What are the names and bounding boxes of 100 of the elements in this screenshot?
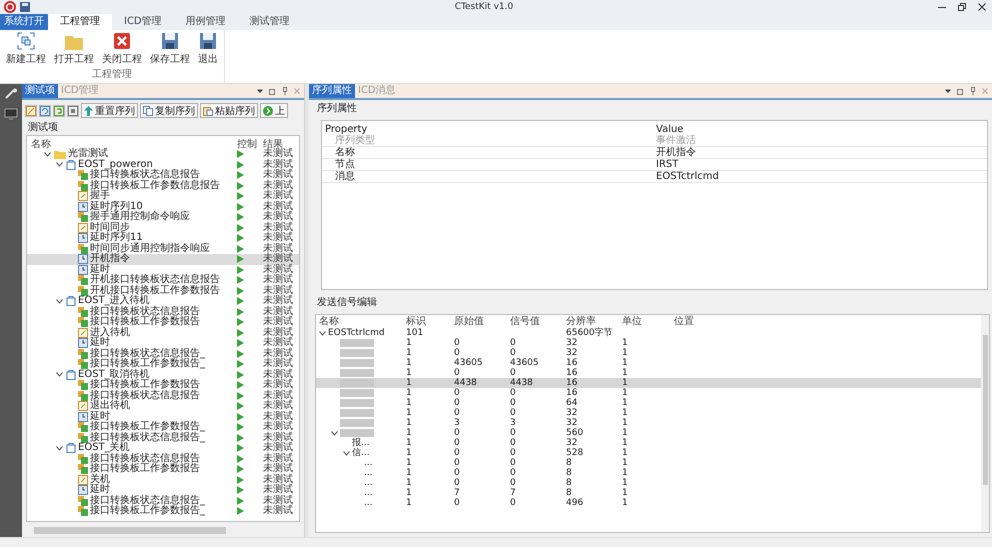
- expand-chevron-icon[interactable]: [56, 446, 63, 451]
- expand-chevron-icon[interactable]: [56, 298, 63, 304]
- table-row[interactable]: 1 0 0 64 1: [316, 398, 981, 408]
- ribbon-tab[interactable]: 工程管理: [48, 14, 112, 30]
- tree-row[interactable]: 延时序列11 未测试: [27, 233, 299, 244]
- tree-row[interactable]: 延时 未测试: [27, 485, 299, 496]
- tree-row[interactable]: 接口转换板工作参数报告_ 未测试: [27, 506, 299, 516]
- close-icon[interactable]: [978, 3, 986, 11]
- tree-row[interactable]: EOST_poweron 未测试: [27, 160, 299, 170]
- dropdown-icon[interactable]: [945, 88, 951, 94]
- column-header[interactable]: 分辨率: [566, 315, 622, 328]
- table-row[interactable]: ... 1 0 0 8 1: [316, 458, 981, 468]
- table-row[interactable]: 信... 1 0 0 528 1: [316, 448, 981, 458]
- tree-row[interactable]: 时间同步 未测试: [27, 222, 299, 233]
- column-header[interactable]: 位置: [674, 315, 981, 328]
- toolbar-button[interactable]: 复制序列: [140, 103, 198, 118]
- tree-row[interactable]: 进入待机 未测试: [27, 328, 299, 338]
- toolbar-button[interactable]: 粘贴序列: [200, 103, 258, 118]
- undo-icon[interactable]: [54, 106, 64, 116]
- ribbon-tab[interactable]: ICD管理: [112, 14, 174, 30]
- tree-row[interactable]: 开机指令 未测试: [27, 254, 299, 264]
- float-icon[interactable]: [957, 88, 964, 94]
- tree-row[interactable]: EOST_取消待机 未测试: [27, 370, 299, 380]
- table-row[interactable]: 1 0 0 32 1: [316, 348, 981, 358]
- pin-icon[interactable]: [282, 87, 288, 95]
- tree-row[interactable]: 接口转换板状态信息报告 未测试: [27, 454, 299, 464]
- save-icon[interactable]: [20, 2, 30, 12]
- tree-row[interactable]: 开机接口转换板状态信息报告 未测试: [27, 275, 299, 286]
- ribbon-button[interactable]: 打开工程: [52, 30, 96, 66]
- table-row[interactable]: ... 1 7 7 8 1: [316, 488, 981, 498]
- expand-chevron-icon[interactable]: [56, 162, 63, 168]
- table-row[interactable]: 报... 1 0 0 32 1: [316, 438, 981, 448]
- tree-row[interactable]: 握手通用控制命令响应 未测试: [27, 212, 299, 222]
- column-header[interactable]: 单位: [622, 315, 674, 328]
- table-row[interactable]: 1 0 0 16 1: [316, 368, 981, 378]
- column-header[interactable]: 原始值: [454, 315, 510, 328]
- table-row[interactable]: 1 3 3 32 1: [316, 418, 981, 428]
- tool-icon[interactable]: [4, 88, 18, 100]
- column-header[interactable]: 标识: [406, 315, 454, 328]
- ribbon-button[interactable]: 关闭工程: [100, 30, 144, 66]
- column-header[interactable]: 名称: [316, 315, 406, 328]
- table-row[interactable]: 1 0 0 32 1: [316, 338, 981, 348]
- tree-row[interactable]: 接口转换板状态信息报告_ 未测试: [27, 348, 299, 359]
- tree-row[interactable]: 延时序列10 未测试: [27, 202, 299, 212]
- table-row[interactable]: ... 1 0 0 8 1: [316, 468, 981, 478]
- expand-chevron-icon[interactable]: [44, 152, 51, 157]
- table-row[interactable]: 1 0 0 32 1: [316, 408, 981, 418]
- expand-chevron-icon[interactable]: [318, 330, 326, 336]
- property-value[interactable]: EOSTctrlcmd: [656, 171, 987, 182]
- restore-icon[interactable]: [958, 3, 966, 11]
- table-row[interactable]: ... 1 0 0 8 1: [316, 478, 981, 488]
- scrollbar-thumb[interactable]: [34, 527, 226, 534]
- expand-chevron-icon[interactable]: [56, 372, 63, 378]
- property-value[interactable]: 开机指令: [656, 147, 987, 158]
- ribbon-button[interactable]: 退出: [196, 30, 220, 66]
- ribbon-tab[interactable]: 用例管理: [174, 14, 238, 30]
- tree-row[interactable]: 接口转换板状态信息报告_ 未测试: [27, 432, 299, 443]
- panel-tab[interactable]: 序列属性: [309, 84, 355, 98]
- table-row[interactable]: 1 0 0 16 1: [316, 388, 981, 398]
- refresh-icon[interactable]: [40, 106, 50, 116]
- table-row[interactable]: EOSTctrlcmd 101 65600字节: [316, 328, 981, 338]
- tree-row[interactable]: 握手 未测试: [27, 191, 299, 202]
- tree-row[interactable]: 延时 未测试: [27, 412, 299, 422]
- toolbar-button[interactable]: 重置序列: [81, 103, 138, 118]
- tree-row[interactable]: 接口转换板状态信息报告_ 未测试: [27, 496, 299, 506]
- float-icon[interactable]: [269, 88, 276, 94]
- tree-row[interactable]: 接口转换板工作参数报告 未测试: [27, 317, 299, 328]
- tree-row[interactable]: 接口转换板工作参数报告_ 未测试: [27, 359, 299, 370]
- tree-row[interactable]: 时间同步通用控制指令响应 未测试: [27, 244, 299, 254]
- tree-row[interactable]: 延时 未测试: [27, 264, 299, 275]
- menu-button[interactable]: 系统打开: [0, 14, 48, 30]
- tree-row[interactable]: 接口转换板工作参数报告_ 未测试: [27, 422, 299, 432]
- ribbon-button[interactable]: 新建工程: [4, 30, 48, 66]
- tree-row[interactable]: EOST_关机 未测试: [27, 443, 299, 454]
- tree-row[interactable]: 延时 未测试: [27, 338, 299, 348]
- ribbon-tab[interactable]: 测试管理: [238, 14, 302, 30]
- tree-row[interactable]: 光雷测试 未测试: [27, 149, 299, 160]
- edit-icon[interactable]: [26, 106, 36, 116]
- column-header[interactable]: 信号值: [510, 315, 566, 328]
- monitor-icon[interactable]: [4, 108, 18, 120]
- column-header[interactable]: 控制: [237, 137, 263, 151]
- pin-icon[interactable]: [970, 87, 976, 95]
- tree-row[interactable]: EOST_进入待机 未测试: [27, 296, 299, 306]
- table-row[interactable]: 1 43605 43605 16 1: [316, 358, 981, 368]
- tree-row[interactable]: 接口转换板工作参数报告 未测试: [27, 380, 299, 390]
- tree-row[interactable]: 关机 未测试: [27, 474, 299, 485]
- dropdown-icon[interactable]: [257, 88, 263, 94]
- table-row[interactable]: 1 0 0 560 1: [316, 428, 981, 438]
- tree-row[interactable]: 接口转换板状态信息报告 未测试: [27, 306, 299, 317]
- tree-row[interactable]: 接口转换板工作参数信息报告 未测试: [27, 180, 299, 191]
- panel-tab[interactable]: 测试项: [22, 84, 58, 98]
- stop-icon[interactable]: [68, 106, 78, 116]
- expand-chevron-icon[interactable]: [342, 450, 350, 456]
- tree-row[interactable]: 接口转换板工作参数报告 未测试: [27, 464, 299, 474]
- table-row[interactable]: 1 4438 4438 16 1: [316, 378, 981, 388]
- toolbar-button[interactable]: 上: [260, 103, 288, 118]
- property-value[interactable]: IRST: [656, 159, 987, 170]
- ribbon-button[interactable]: 保存工程: [148, 30, 192, 66]
- tree-row[interactable]: 开机接口转换板工作参数报告 未测试: [27, 286, 299, 296]
- tree-row[interactable]: 退出待机 未测试: [27, 401, 299, 412]
